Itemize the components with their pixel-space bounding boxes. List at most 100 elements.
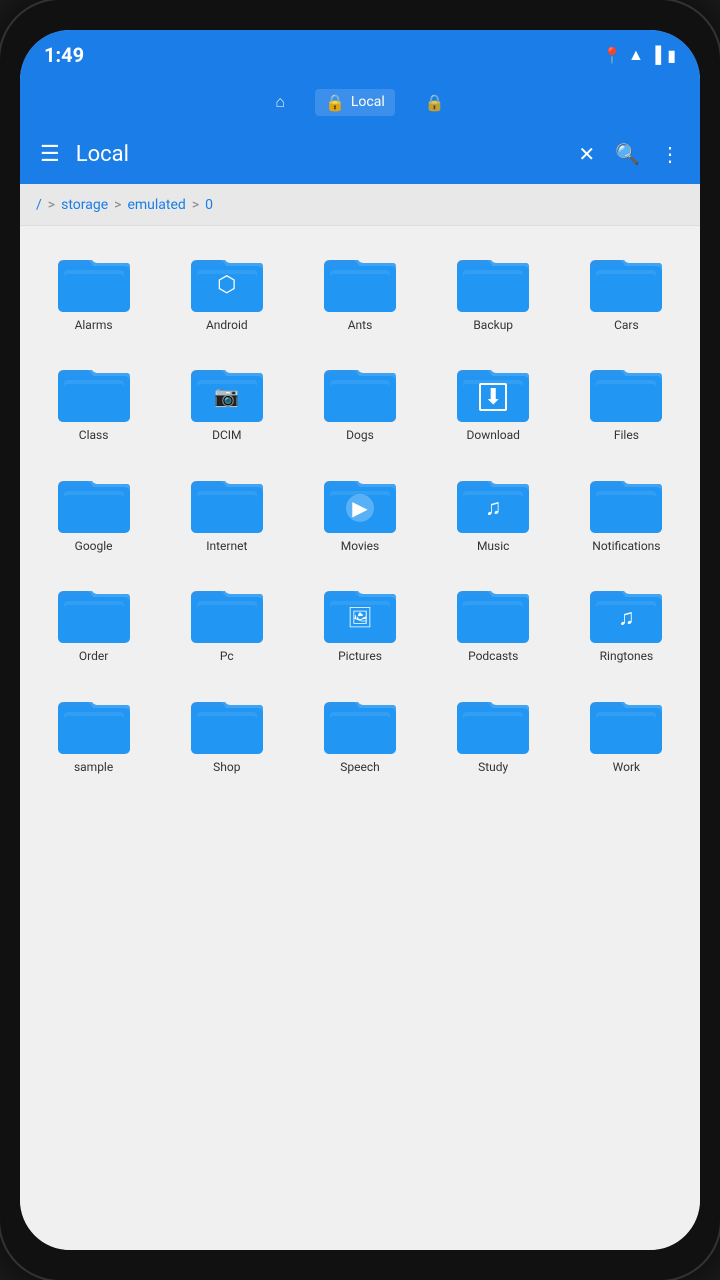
folder-icon-wrap: ♫ xyxy=(586,577,666,645)
folder-item-backup[interactable]: Backup xyxy=(430,236,557,340)
breadcrumb-storage[interactable]: storage xyxy=(61,197,108,213)
folder-icon-wrap: 📷 xyxy=(187,356,267,424)
folder-icon-wrap xyxy=(320,246,400,314)
folder-name: Pictures xyxy=(338,649,382,663)
folder-icon-wrap: ▶ xyxy=(320,467,400,535)
folder-icon-wrap: 🖼 xyxy=(320,577,400,645)
folder-icon-wrap: ♫ xyxy=(453,467,533,535)
folder-name: Alarms xyxy=(75,318,113,332)
folder-name: Download xyxy=(466,428,519,442)
tab-other[interactable]: 🔒 xyxy=(415,89,455,116)
signal-icon: ▐ xyxy=(650,45,661,65)
breadcrumb: / > storage > emulated > 0 xyxy=(20,184,700,226)
folder-item-speech[interactable]: Speech xyxy=(296,678,423,782)
folder-name: Dogs xyxy=(346,428,374,442)
folder-name: Ringtones xyxy=(600,649,654,663)
folder-name: Internet xyxy=(206,539,247,553)
folder-item-ringtones[interactable]: ♫ Ringtones xyxy=(563,567,690,671)
folder-name: Cars xyxy=(614,318,639,332)
breadcrumb-0[interactable]: 0 xyxy=(205,197,213,213)
folder-name: Notifications xyxy=(592,539,660,553)
folder-icon-wrap xyxy=(586,688,666,756)
tab-bar: ⌂ 🔒 Local 🔒 xyxy=(20,80,700,124)
folder-icon-wrap xyxy=(453,577,533,645)
folder-icon-wrap xyxy=(54,356,134,424)
tab-home[interactable]: ⌂ xyxy=(265,88,295,116)
folder-name: Movies xyxy=(341,539,380,553)
breadcrumb-sep1: > xyxy=(48,197,55,213)
folder-name: Google xyxy=(75,539,113,553)
close-button[interactable]: ✕ xyxy=(578,142,595,166)
folder-item-movies[interactable]: ▶ Movies xyxy=(296,457,423,561)
folder-item-ants[interactable]: Ants xyxy=(296,236,423,340)
folder-name: Ants xyxy=(348,318,373,332)
tab-local[interactable]: 🔒 Local xyxy=(315,89,395,116)
folder-item-work[interactable]: Work xyxy=(563,678,690,782)
folder-name: Shop xyxy=(213,760,240,774)
wifi-icon: ▲ xyxy=(628,45,644,65)
folder-item-pictures[interactable]: 🖼 Pictures xyxy=(296,567,423,671)
folder-icon-wrap xyxy=(187,577,267,645)
top-actions: ✕ 🔍 ⋮ xyxy=(578,142,680,166)
folder-item-study[interactable]: Study xyxy=(430,678,557,782)
folder-item-files[interactable]: Files xyxy=(563,346,690,450)
phone-frame: 1:49 📍 ▲ ▐ ▮ ⌂ 🔒 Local 🔒 ☰ Local xyxy=(0,0,720,1280)
folder-icon-wrap xyxy=(187,467,267,535)
menu-icon[interactable]: ☰ xyxy=(40,142,60,167)
folder-icon-wrap xyxy=(54,467,134,535)
folder-name: Class xyxy=(79,428,109,442)
folder-name: Music xyxy=(477,539,509,553)
tab-local-label: Local xyxy=(351,94,385,110)
folder-name: DCIM xyxy=(212,428,241,442)
folder-name: Speech xyxy=(340,760,379,774)
folder-item-google[interactable]: Google xyxy=(30,457,157,561)
folder-name: Work xyxy=(613,760,640,774)
folder-name: Backup xyxy=(473,318,513,332)
folder-icon-wrap xyxy=(54,688,134,756)
folder-icon-wrap xyxy=(54,577,134,645)
folder-icon-wrap xyxy=(320,356,400,424)
folder-item-podcasts[interactable]: Podcasts xyxy=(430,567,557,671)
more-button[interactable]: ⋮ xyxy=(660,142,680,166)
folder-icon-wrap: ⬇ xyxy=(453,356,533,424)
folder-icon-wrap xyxy=(453,688,533,756)
folder-icon-wrap xyxy=(187,688,267,756)
breadcrumb-root[interactable]: / xyxy=(36,197,42,213)
folder-icon-wrap xyxy=(586,246,666,314)
folder-item-dogs[interactable]: Dogs xyxy=(296,346,423,450)
breadcrumb-emulated[interactable]: emulated xyxy=(127,197,185,213)
status-icons: 📍 ▲ ▐ ▮ xyxy=(602,45,676,65)
folder-name: Order xyxy=(79,649,108,663)
folder-icon-wrap xyxy=(54,246,134,314)
folder-item-class[interactable]: Class xyxy=(30,346,157,450)
folder-icon-wrap: ⬡ xyxy=(187,246,267,314)
folder-name: Study xyxy=(478,760,508,774)
search-button[interactable]: 🔍 xyxy=(615,142,640,166)
status-bar: 1:49 📍 ▲ ▐ ▮ xyxy=(20,30,700,80)
folder-item-cars[interactable]: Cars xyxy=(563,236,690,340)
phone-screen: 1:49 📍 ▲ ▐ ▮ ⌂ 🔒 Local 🔒 ☰ Local xyxy=(20,30,700,1250)
folder-item-notifications[interactable]: Notifications xyxy=(563,457,690,561)
lock2-icon: 🔒 xyxy=(425,93,445,112)
folder-item-dcim[interactable]: 📷 DCIM xyxy=(163,346,290,450)
folder-name: Pc xyxy=(220,649,234,663)
folder-item-pc[interactable]: Pc xyxy=(163,567,290,671)
folder-item-alarms[interactable]: Alarms xyxy=(30,236,157,340)
folder-item-shop[interactable]: Shop xyxy=(163,678,290,782)
folder-grid: Alarms ⬡ Android Ants Backup Cars xyxy=(20,226,700,1250)
folder-name: Android xyxy=(206,318,248,332)
folder-name: Files xyxy=(614,428,639,442)
folder-item-order[interactable]: Order xyxy=(30,567,157,671)
folder-name: Podcasts xyxy=(468,649,518,663)
folder-item-android[interactable]: ⬡ Android xyxy=(163,236,290,340)
folder-name: sample xyxy=(74,760,113,774)
folder-icon-wrap xyxy=(586,467,666,535)
folder-item-internet[interactable]: Internet xyxy=(163,457,290,561)
folder-item-music[interactable]: ♫ Music xyxy=(430,457,557,561)
top-bar: ☰ Local ✕ 🔍 ⋮ xyxy=(20,124,700,184)
status-time: 1:49 xyxy=(44,43,84,67)
page-title: Local xyxy=(76,142,563,167)
folder-item-sample[interactable]: sample xyxy=(30,678,157,782)
battery-icon: ▮ xyxy=(667,46,676,65)
folder-item-download[interactable]: ⬇ Download xyxy=(430,346,557,450)
